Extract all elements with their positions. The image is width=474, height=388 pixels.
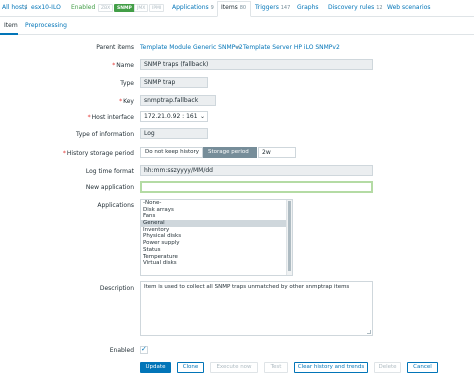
- parent-template-link-1[interactable]: Template Module Generic SNMPv2: [140, 44, 243, 51]
- resize-grip-icon[interactable]: [367, 330, 371, 334]
- application-option[interactable]: Fans: [141, 213, 292, 220]
- active-tab-indicator: [0, 33, 18, 35]
- breadcrumb-separator: /: [25, 4, 28, 11]
- execute-now-button[interactable]: Execute now: [210, 362, 258, 373]
- type-of-information-label: Type of information: [75, 131, 134, 138]
- application-option[interactable]: Virtual disks: [141, 260, 292, 267]
- host-interface-required-mark: *: [87, 114, 91, 121]
- nav-items-count: 80: [239, 5, 247, 11]
- host-navigation: All hosts / esx10-ILO Enabled ZBX SNMP J…: [0, 0, 474, 17]
- nav-items[interactable]: Items 80: [221, 4, 246, 11]
- description-label: Description: [99, 285, 134, 292]
- nav-triggers[interactable]: Triggers 147: [255, 4, 290, 11]
- parent-arrow: ⇒: [235, 44, 241, 51]
- nav-applications[interactable]: Applications 9: [172, 4, 214, 11]
- log-time-format-label: Log time format: [85, 168, 134, 175]
- application-option[interactable]: Disk arrays: [141, 207, 292, 214]
- application-option[interactable]: Temperature: [141, 254, 292, 261]
- nav-discovery-label: Discovery rules: [328, 4, 375, 11]
- nav-items-label: Items: [221, 4, 238, 11]
- nav-triggers-count: 147: [280, 5, 291, 11]
- ipmi-availability-badge: IPMI: [149, 4, 165, 12]
- form-tabs: Item Preprocessing: [0, 17, 474, 35]
- nav-graphs[interactable]: Graphs: [297, 4, 319, 11]
- all-hosts-link[interactable]: All hosts: [2, 4, 27, 11]
- new-application-label: New application: [85, 184, 134, 191]
- clone-button[interactable]: Clone: [177, 362, 204, 373]
- scrollbar-thumb[interactable]: [288, 201, 291, 271]
- name-label-text: Name: [116, 62, 134, 69]
- chevron-down-icon: ⌄: [199, 113, 205, 120]
- enabled-label: Enabled: [109, 347, 134, 354]
- nav-triggers-label: Triggers: [255, 4, 279, 11]
- type-of-information-field[interactable]: Log: [140, 128, 208, 139]
- nav-applications-count: 9: [210, 5, 214, 11]
- host-link[interactable]: esx10-ILO: [31, 4, 61, 11]
- cancel-button[interactable]: Cancel: [407, 362, 438, 373]
- jmx-availability-badge: JMX: [134, 4, 149, 12]
- key-label: *Key: [119, 98, 134, 105]
- host-interface-label-text: Host interface: [91, 114, 134, 121]
- log-time-format-field[interactable]: hh:mm:sszyyyy/MM/dd: [140, 165, 373, 176]
- history-period-input[interactable]: 2w: [258, 147, 296, 158]
- type-label: Type: [120, 80, 134, 87]
- new-application-input[interactable]: [140, 181, 373, 193]
- history-do-not-keep-option[interactable]: Do not keep history: [140, 147, 203, 158]
- key-field[interactable]: snmptrap.fallback: [140, 95, 216, 106]
- key-required-mark: *: [119, 98, 123, 105]
- applications-label: Applications: [97, 202, 134, 209]
- application-option[interactable]: Physical disks: [141, 233, 292, 240]
- name-field[interactable]: SNMP traps (fallback): [140, 59, 373, 70]
- nav-discovery-rules[interactable]: Discovery rules 12: [328, 4, 383, 11]
- snmp-availability-badge: SNMP: [114, 4, 135, 12]
- applications-scrollbar[interactable]: [286, 200, 292, 275]
- test-button[interactable]: Test: [264, 362, 288, 373]
- update-button[interactable]: Update: [140, 362, 171, 373]
- key-label-text: Key: [123, 98, 134, 105]
- application-option[interactable]: Power supply: [141, 240, 292, 247]
- applications-options: -None- Disk arrays Fans General Inventory Phy…: [141, 200, 292, 267]
- host-interface-value: 172.21.0.92 : 161: [144, 113, 198, 120]
- zbx-availability-badge: ZBX: [98, 4, 114, 12]
- tab-preprocessing[interactable]: Preprocessing: [25, 22, 67, 29]
- clear-history-button[interactable]: Clear history and trends: [294, 362, 368, 373]
- nav-web-scenarios[interactable]: Web scenarios: [387, 4, 431, 11]
- delete-button[interactable]: Delete: [374, 362, 401, 373]
- parent-template-link-2[interactable]: Template Server HP iLO SNMPv2: [243, 44, 340, 51]
- host-interface-label: *Host interface: [88, 114, 134, 121]
- history-required-mark: *: [62, 150, 66, 157]
- enabled-checkbox[interactable]: ✓: [140, 345, 148, 354]
- application-option[interactable]: -None-: [141, 200, 292, 207]
- name-required-mark: *: [112, 62, 116, 69]
- host-interface-select[interactable]: 172.21.0.92 : 161 ⌄: [140, 111, 208, 122]
- application-option[interactable]: Inventory: [141, 227, 292, 234]
- nav-applications-label: Applications: [172, 4, 209, 11]
- type-field[interactable]: SNMP trap: [140, 77, 208, 88]
- application-option[interactable]: General: [141, 220, 292, 227]
- nav-discovery-count: 12: [376, 5, 383, 11]
- name-label: *Name: [112, 62, 134, 69]
- host-status-enabled[interactable]: Enabled: [71, 4, 95, 11]
- tab-item[interactable]: Item: [4, 22, 18, 29]
- applications-listbox[interactable]: -None- Disk arrays Fans General Inventory Phy…: [140, 199, 293, 276]
- description-text: Item is used to collect all SNMP traps u…: [144, 284, 350, 290]
- checkmark-icon: ✓: [141, 345, 147, 353]
- application-option[interactable]: Status: [141, 247, 292, 254]
- description-textarea[interactable]: Item is used to collect all SNMP traps u…: [140, 281, 373, 336]
- parent-items-label: Parent items: [96, 44, 134, 51]
- history-storage-period-option[interactable]: Storage period: [203, 147, 257, 158]
- history-label: *History storage period: [63, 150, 134, 157]
- history-label-text: History storage period: [66, 150, 134, 157]
